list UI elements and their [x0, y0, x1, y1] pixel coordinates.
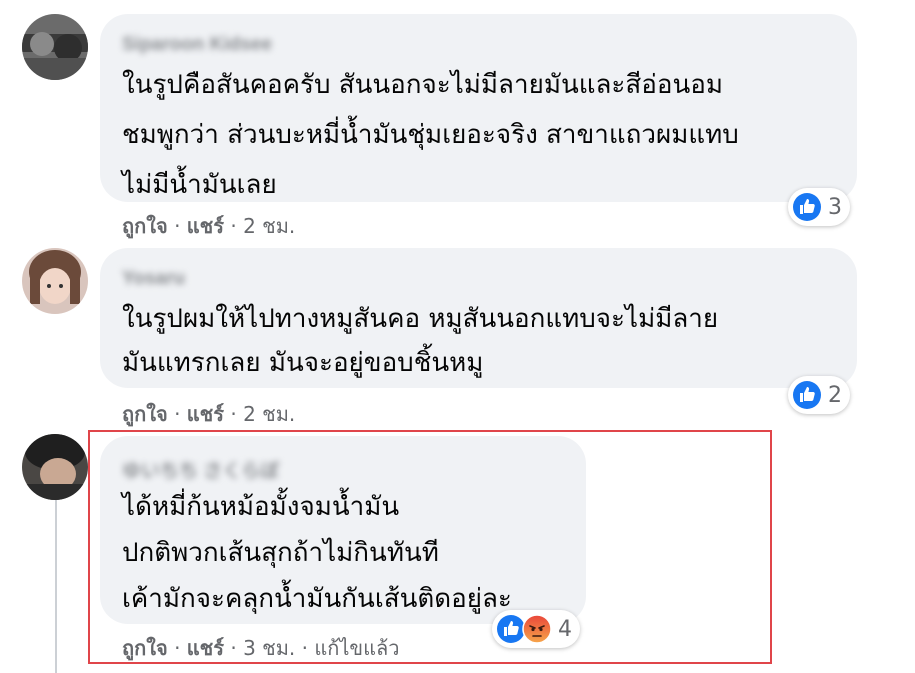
separator: ·: [230, 214, 244, 238]
timestamp[interactable]: 2 ชม.: [243, 214, 295, 238]
separator: ·: [174, 402, 187, 426]
reaction-count: 4: [558, 616, 572, 642]
reaction-summary[interactable]: 3: [788, 188, 850, 226]
comment-text-line: ในรูปผมให้ไปทางหมูสันคอ หมูสันนอกแทบจะไม…: [122, 304, 719, 334]
comment-author[interactable]: Siparoon Kidsee: [122, 34, 272, 56]
like-link[interactable]: ถูกใจ: [122, 636, 168, 660]
comment-text-line: ปกติพวกเส้นสุกถ้าไม่กินทันที: [122, 538, 439, 568]
comment-author[interactable]: Yosaru: [122, 268, 185, 290]
like-icon: [793, 193, 821, 221]
separator: ·: [174, 214, 187, 238]
timestamp[interactable]: 2 ชม.: [243, 402, 295, 426]
comment-bubble: Yosaru ในรูปผมให้ไปทางหมูสันคอ หมูสันนอก…: [100, 248, 857, 388]
reaction-summary[interactable]: 4: [492, 610, 580, 648]
like-link[interactable]: ถูกใจ: [122, 214, 168, 238]
comment-text-line: ได้หมี่ก้นหม้อมั้งจมน้ำมัน: [122, 492, 400, 522]
like-link[interactable]: ถูกใจ: [122, 402, 168, 426]
separator: ·: [301, 636, 315, 660]
reaction-count: 2: [828, 382, 842, 408]
reply-thread-line: [55, 500, 57, 673]
reaction-count: 3: [828, 194, 842, 220]
comment-text-line: ในรูปคือสันคอครับ สันนอกจะไม่มีลายมันและ…: [122, 70, 724, 100]
comment-text-line: มันแทรกเลย มันจะอยู่ขอบชิ้นหมู: [122, 348, 484, 378]
avatar[interactable]: [22, 434, 88, 500]
like-icon: [793, 381, 821, 409]
comment-actions: ถูกใจ · แชร์ · 2 ชม.: [122, 398, 295, 430]
angry-icon: [522, 614, 552, 644]
separator: ·: [230, 636, 244, 660]
share-link[interactable]: แชร์: [187, 402, 224, 426]
reaction-summary[interactable]: 2: [788, 376, 850, 414]
comment-bubble: ゆいちち さくらぼ ได้หมี่ก้นหม้อมั้งจมน้ำมัน ปกต…: [100, 436, 586, 624]
avatar[interactable]: [22, 14, 88, 80]
timestamp[interactable]: 3 ชม.: [243, 636, 295, 660]
comment-actions: ถูกใจ · แชร์ · 3 ชม. · แก้ไขแล้ว: [122, 632, 399, 664]
comment-actions: ถูกใจ · แชร์ · 2 ชม.: [122, 210, 295, 242]
separator: ·: [230, 402, 244, 426]
comment-author[interactable]: ゆいちち さくらぼ: [122, 456, 279, 482]
comment-text-line: เค้ามักจะคลุกน้ำมันกันเส้นติดอยู่ละ: [122, 584, 512, 614]
comment-bubble: Siparoon Kidsee ในรูปคือสันคอครับ สันนอก…: [100, 14, 857, 202]
avatar[interactable]: [22, 248, 88, 314]
comment-text-line: ชมพูกว่า ส่วนบะหมี่น้ำมันชุ่มเยอะจริง สา…: [122, 120, 739, 150]
separator: ·: [174, 636, 187, 660]
share-link[interactable]: แชร์: [187, 214, 224, 238]
share-link[interactable]: แชร์: [187, 636, 224, 660]
comment-text-line: ไม่มีน้ำมันเลย: [122, 170, 277, 200]
edited-label[interactable]: แก้ไขแล้ว: [314, 636, 399, 660]
